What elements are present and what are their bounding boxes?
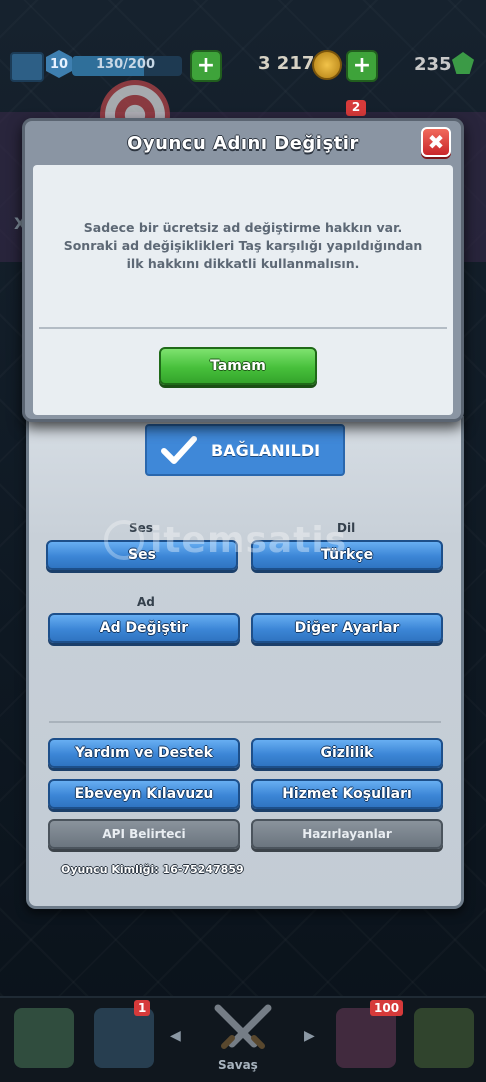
gold-amount: 3 217 bbox=[258, 53, 315, 74]
ok-button[interactable]: Tamam bbox=[159, 347, 317, 385]
add-xp-button[interactable]: + bbox=[190, 50, 222, 82]
settings-panel: BAĞLANILDI Ses Dil Ses Türkçe Ad Ad Deği… bbox=[26, 416, 464, 909]
change-name-dialog: Oyuncu Adını Değiştir ✖ Sadece bir ücret… bbox=[22, 118, 464, 422]
credits-button[interactable]: Hazırlayanlar bbox=[251, 819, 443, 849]
level-value: 10 bbox=[49, 56, 69, 72]
xp-text: 130/200 bbox=[96, 57, 156, 72]
clan-badge: 100 bbox=[370, 1000, 404, 1016]
clan-tab[interactable] bbox=[336, 1008, 396, 1068]
top-bar: 10 130/200 + 3 217 + 235 bbox=[0, 40, 486, 92]
connected-label: BAĞLANILDI bbox=[211, 440, 321, 460]
player-id: Oyuncu Kimliği: 16-75247859 bbox=[61, 863, 244, 876]
gem-amount: 235 bbox=[414, 54, 452, 75]
bottom-nav: 1 ◀ Savaş ▶ 100 bbox=[0, 996, 486, 1082]
gold-coin-icon bbox=[312, 50, 342, 80]
events-tab[interactable] bbox=[414, 1008, 474, 1068]
close-button[interactable]: ✖ bbox=[421, 127, 451, 157]
name-section-label: Ad bbox=[137, 595, 155, 609]
connected-button[interactable]: BAĞLANILDI bbox=[145, 424, 345, 476]
left-arrow-icon[interactable]: ◀ bbox=[170, 1028, 181, 1044]
add-gold-button[interactable]: + bbox=[346, 50, 378, 82]
privacy-button[interactable]: Gizlilik bbox=[251, 738, 443, 768]
level-icon: 10 bbox=[46, 50, 72, 78]
api-token-button[interactable]: API Belirteci bbox=[48, 819, 240, 849]
change-name-button[interactable]: Ad Değiştir bbox=[48, 613, 240, 643]
terms-button[interactable]: Hizmet Koşulları bbox=[251, 779, 443, 809]
shop-tab[interactable] bbox=[14, 1008, 74, 1068]
checkmark-icon bbox=[161, 436, 197, 464]
profile-icon[interactable] bbox=[10, 52, 44, 82]
right-arrow-icon[interactable]: ▶ bbox=[304, 1028, 315, 1044]
dialog-message: Sadece bir ücretsiz ad değiştirme hakkın… bbox=[63, 220, 423, 271]
other-settings-button[interactable]: Diğer Ayarlar bbox=[251, 613, 443, 643]
cards-tab[interactable] bbox=[94, 1008, 154, 1068]
dialog-title: Oyuncu Adını Değiştir bbox=[127, 133, 359, 154]
battle-tab-label: Savaş bbox=[218, 1058, 258, 1072]
chest-badge: 2 bbox=[346, 100, 366, 116]
watermark: itemsatis bbox=[150, 520, 348, 561]
watermark-logo-icon bbox=[104, 520, 144, 560]
cards-badge: 1 bbox=[134, 1000, 151, 1016]
battle-swords-icon[interactable] bbox=[210, 1002, 276, 1058]
help-support-button[interactable]: Yardım ve Destek bbox=[48, 738, 240, 768]
dialog-divider bbox=[39, 327, 447, 329]
divider bbox=[49, 721, 441, 723]
gem-icon bbox=[452, 52, 474, 74]
dialog-body: Sadece bir ücretsiz ad değiştirme hakkın… bbox=[33, 165, 453, 415]
parent-guide-button[interactable]: Ebeveyn Kılavuzu bbox=[48, 779, 240, 809]
